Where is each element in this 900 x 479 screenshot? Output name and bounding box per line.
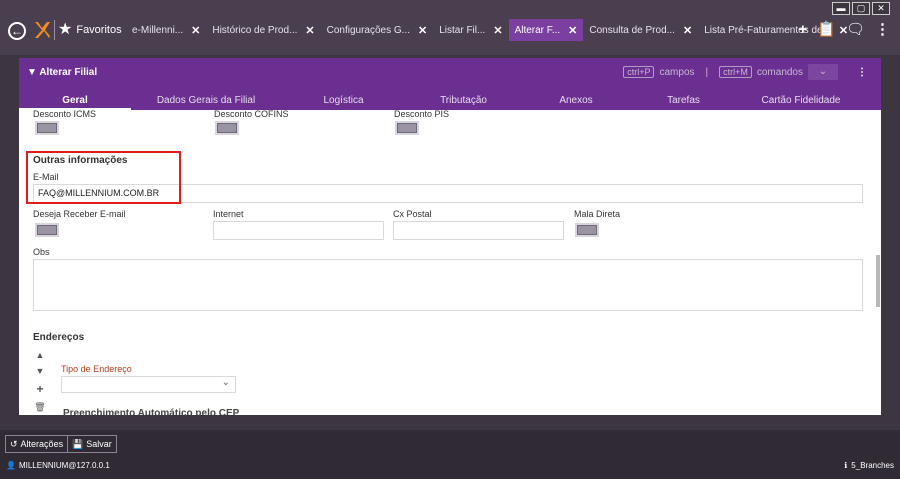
add-icon[interactable]: + (799, 21, 808, 38)
bottom-bar: ↺ Alterações 💾 Salvar 👤 MILLENNIUM@127.0… (0, 430, 900, 479)
tipo-endereco-label: Tipo de Endereço (61, 364, 132, 374)
favorites-button[interactable]: ★ Favoritos (58, 22, 122, 38)
tab-label: Listar Fil... (439, 24, 486, 36)
tab-label: Histórico de Prod... (212, 24, 298, 36)
more-options-icon[interactable]: ⋮ (875, 20, 890, 38)
user-icon: 👤 (6, 461, 16, 470)
clipboard-check-icon[interactable]: 📋 (817, 20, 836, 38)
tab-label: e-Millenni... (132, 24, 184, 36)
scrollbar[interactable] (876, 255, 880, 307)
mala-direta-checkbox[interactable] (575, 223, 599, 237)
minimize-button[interactable]: ▬ (832, 2, 850, 15)
tab-geral[interactable]: Geral (19, 91, 131, 110)
internet-label: Internet (213, 209, 244, 219)
tab-tributacao[interactable]: Tributação (406, 91, 521, 110)
panel-tabs: Geral Dados Gerais da Filial Logística T… (19, 91, 881, 110)
move-up-icon[interactable]: ▲ (36, 350, 45, 360)
desconto-pis-checkbox[interactable] (395, 121, 419, 135)
preenchimento-automatico-label[interactable]: Preenchimento Automático pelo CEP (63, 408, 239, 415)
tipo-endereco-select[interactable]: ⌄ (61, 376, 236, 393)
shortcut-key: ctrl+P (623, 66, 655, 78)
favorites-label: Favoritos (76, 24, 122, 36)
panel-menu-icon[interactable]: ⋮ (857, 67, 867, 78)
close-tab-icon[interactable]: ✕ (683, 24, 692, 37)
tab-strip: e-Millenni... ✕ Histórico de Prod... ✕ C… (126, 19, 854, 41)
close-window-button[interactable]: ✕ (872, 2, 890, 15)
chat-icon[interactable]: 🗨 (846, 20, 865, 38)
save-icon: 💾 (72, 439, 84, 449)
cx-postal-field[interactable] (393, 221, 564, 240)
chevron-down-icon: ⌄ (221, 377, 230, 388)
branch-label: 5_Branches (851, 461, 894, 470)
mala-direta-label: Mala Direta (574, 209, 621, 219)
obs-textarea[interactable] (33, 259, 863, 311)
tab-cartao-fidelidade[interactable]: Cartão Fidelidade (736, 91, 866, 110)
alteracoes-button[interactable]: ↺ Alterações (5, 435, 69, 453)
panel-title-text: Alterar Filial (39, 67, 98, 78)
alteracoes-label: Alterações (20, 439, 64, 449)
user-status: 👤 MILLENNIUM@127.0.0.1 (6, 461, 110, 470)
tab-consulta-produtos[interactable]: Consulta de Prod... ✕ (583, 19, 698, 41)
move-down-icon[interactable]: ▼ (36, 366, 45, 376)
desconto-cofins-checkbox[interactable] (215, 121, 239, 135)
salvar-label: Salvar (86, 439, 112, 449)
toolbar-icons: + 📋 🗨 ⋮ (799, 20, 891, 39)
salvar-button[interactable]: 💾 Salvar (67, 435, 117, 453)
deseja-receber-email-checkbox[interactable] (35, 223, 59, 237)
shortcuts-bar: ctrl+P campos | ctrl+M comandos ⌄ ⋮ (623, 64, 867, 80)
window-controls: ▬ ▢ ✕ (832, 2, 890, 15)
obs-label: Obs (33, 247, 50, 257)
desconto-icms-label: Desconto ICMS (33, 109, 97, 119)
desconto-cofins-label: Desconto COFINS (214, 109, 289, 119)
tab-e-millennium[interactable]: e-Millenni... ✕ (126, 19, 206, 41)
tab-listar-filiais[interactable]: Listar Fil... ✕ (433, 19, 508, 41)
close-tab-icon[interactable]: ✕ (305, 24, 314, 37)
tab-label: Configurações G... (326, 24, 410, 36)
back-arrow-icon[interactable]: ← (8, 22, 26, 40)
tab-logistica[interactable]: Logística (281, 91, 406, 110)
internet-field[interactable] (213, 221, 384, 240)
tab-anexos[interactable]: Anexos (521, 91, 631, 110)
divider (54, 20, 55, 40)
shortcut-label: comandos (756, 66, 803, 78)
user-label: MILLENNIUM@127.0.0.1 (18, 461, 110, 470)
millennium-logo-icon (35, 22, 50, 38)
maximize-button[interactable]: ▢ (852, 2, 870, 15)
tab-label: Alterar F... (514, 24, 561, 36)
close-tab-icon[interactable]: ✕ (191, 24, 200, 37)
desconto-icms-checkbox[interactable] (35, 121, 59, 135)
enderecos-title: Endereços (33, 332, 85, 343)
info-icon: ℹ (844, 461, 848, 470)
tab-label: Consulta de Prod... (589, 24, 675, 36)
close-tab-icon[interactable]: ✕ (568, 24, 577, 37)
cx-postal-label: Cx Postal (393, 209, 432, 219)
shortcut-dropdown[interactable]: ⌄ (808, 64, 838, 80)
panel-header: ▼ Alterar Filial ctrl+P campos | ctrl+M … (19, 58, 881, 110)
highlight-box (26, 151, 181, 204)
panel-title[interactable]: ▼ Alterar Filial (27, 67, 97, 78)
deseja-receber-email-label: Deseja Receber E-mail (33, 209, 126, 219)
add-address-icon[interactable]: + (36, 382, 43, 396)
close-tab-icon[interactable]: ✕ (493, 24, 502, 37)
tab-historico-produtos[interactable]: Histórico de Prod... ✕ (206, 19, 320, 41)
tab-configuracoes[interactable]: Configurações G... ✕ (321, 19, 434, 41)
trash-icon[interactable]: 🗑 (34, 402, 45, 413)
alterar-filial-panel: ▼ Alterar Filial ctrl+P campos | ctrl+M … (19, 58, 881, 415)
close-tab-icon[interactable]: ✕ (418, 24, 427, 37)
shortcut-key: ctrl+M (719, 66, 752, 78)
branch-status: ℹ 5_Branches (844, 461, 894, 470)
tab-tarefas[interactable]: Tarefas (631, 91, 736, 110)
collapse-caret-icon: ▼ (27, 67, 40, 78)
title-bar: ▬ ▢ ✕ ← ★ Favoritos e-Millenni... ✕ Hist… (0, 0, 900, 55)
shortcut-label: campos (659, 66, 695, 78)
tab-alterar-filial[interactable]: Alterar F... ✕ (508, 19, 584, 41)
desconto-pis-label: Desconto PIS (394, 109, 450, 119)
shortcut-divider: | (705, 66, 709, 78)
star-icon: ★ (58, 21, 73, 38)
history-icon: ↺ (10, 439, 18, 449)
tab-dados-gerais[interactable]: Dados Gerais da Filial (131, 91, 281, 110)
address-side-tools: ▲ ▼ + 🗑 (33, 350, 47, 413)
